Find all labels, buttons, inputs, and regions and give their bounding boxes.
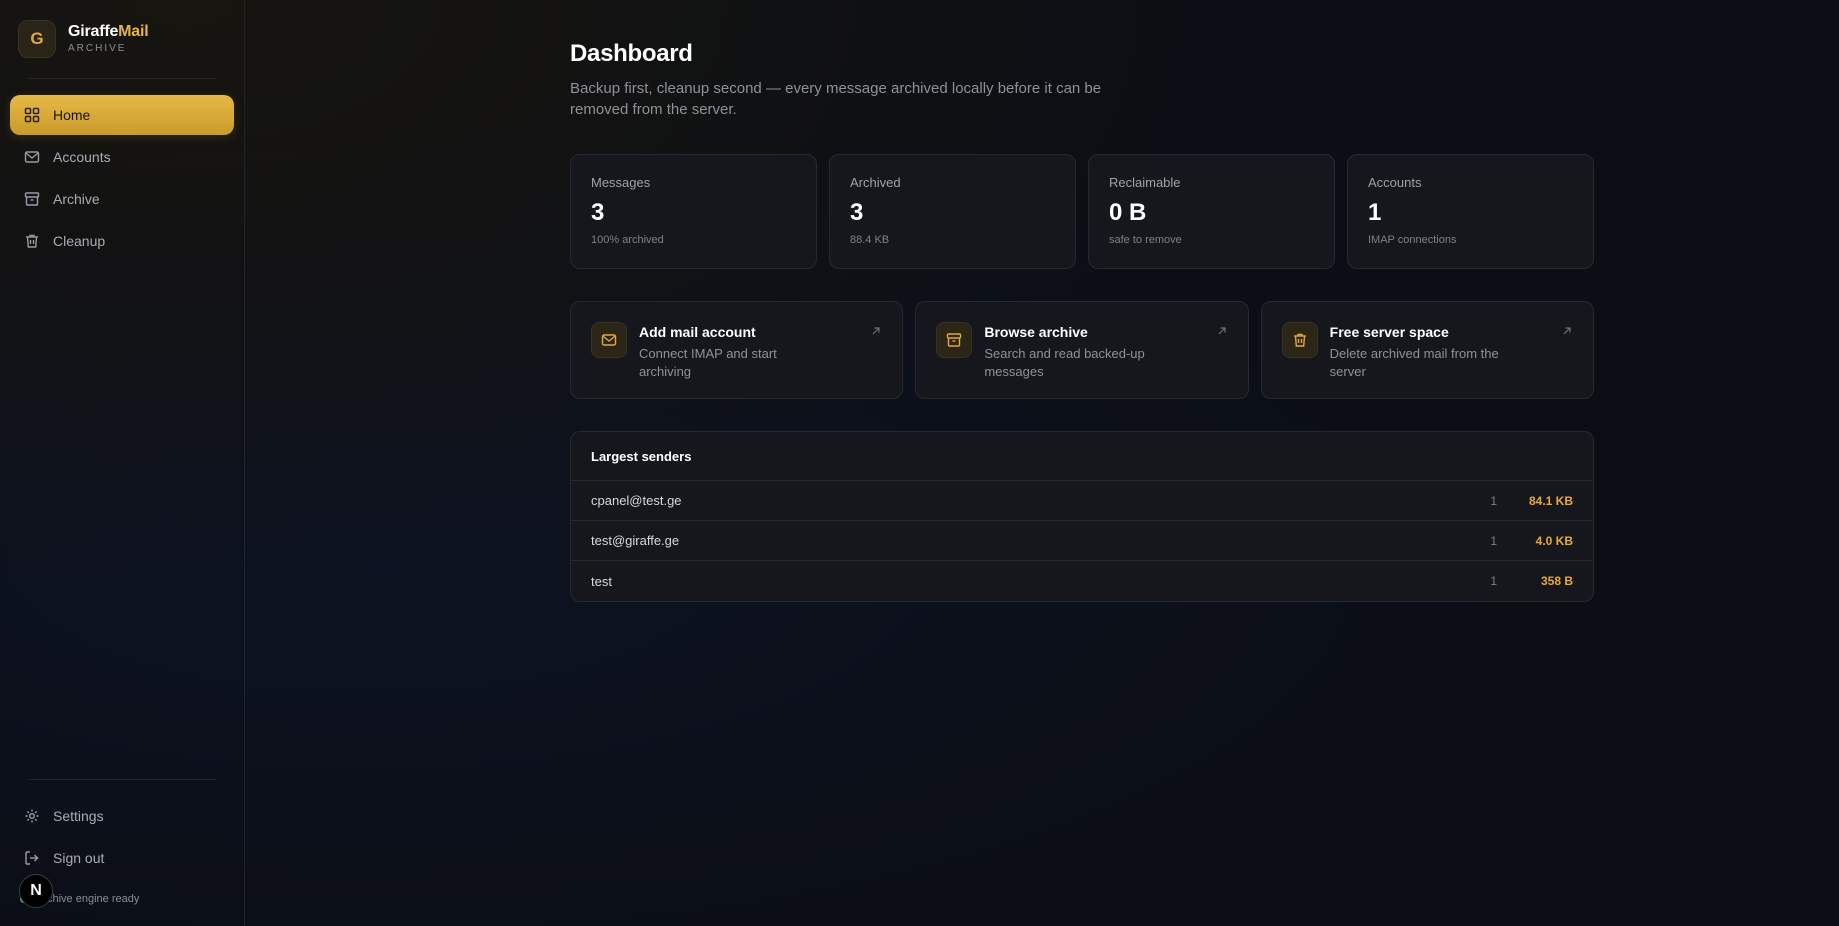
stat-value: 1 — [1368, 199, 1382, 226]
sidebar-item-label: Settings — [53, 808, 104, 824]
stat-sub: safe to remove — [1109, 234, 1182, 246]
action-title: Free server space — [1329, 324, 1449, 340]
brand-text: GiraffeMail ARCHIVE — [68, 24, 149, 54]
stat-card-archived: Archived 3 88.4 KB — [829, 154, 1076, 269]
page-subtitle: Backup first, cleanup second — every mes… — [570, 80, 1102, 118]
brand-name-part1: Giraffe — [68, 23, 119, 40]
sidebar-item-label: Archive — [53, 191, 100, 207]
sender-name: test — [591, 573, 612, 589]
stat-label: Messages — [591, 175, 651, 190]
free-server-space-card[interactable]: Free server space Delete archived mail f… — [1260, 301, 1594, 399]
action-title: Browse archive — [984, 324, 1088, 340]
sender-size: 4.0 KB — [1535, 533, 1573, 548]
n-badge-icon[interactable]: N — [19, 874, 53, 908]
stat-value: 3 — [591, 199, 605, 226]
action-text: Browse archive Search and read backed-up… — [984, 322, 1174, 379]
gear-icon — [24, 808, 40, 824]
sidebar-item-label: Accounts — [53, 149, 111, 165]
sidebar-item-settings[interactable]: Settings — [10, 796, 234, 836]
archive-box-icon — [24, 191, 40, 207]
engine-status: Archive engine ready N — [0, 874, 244, 912]
arrow-up-right-icon — [1561, 324, 1573, 336]
sidebar-item-accounts[interactable]: Accounts — [10, 137, 234, 177]
quick-actions: Add mail account Connect IMAP and start … — [570, 301, 1594, 399]
sidebar: G GiraffeMail ARCHIVE Home Accounts Arch… — [0, 0, 245, 926]
brand[interactable]: G GiraffeMail ARCHIVE — [0, 0, 244, 78]
sender-count: 1 — [1490, 533, 1497, 548]
stat-label: Archived — [850, 175, 901, 190]
sidebar-item-label: Home — [53, 107, 91, 123]
stat-sub: 88.4 KB — [850, 234, 890, 246]
stats-grid: Messages 3 100% archived Archived 3 88.4… — [570, 154, 1594, 269]
mail-icon — [591, 322, 627, 358]
sender-count: 1 — [1490, 574, 1497, 588]
sign-out-icon — [24, 850, 40, 866]
sidebar-item-sign-out[interactable]: Sign out — [10, 838, 234, 878]
table-row[interactable]: cpanel@test.ge 1 84.1 KB — [571, 481, 1593, 521]
largest-senders-panel: Largest senders cpanel@test.ge 1 84.1 KB… — [570, 431, 1594, 602]
table-row[interactable]: test 1 358 B — [571, 561, 1593, 601]
sidebar-divider — [28, 779, 216, 780]
browse-archive-card[interactable]: Browse archive Search and read backed-up… — [915, 301, 1249, 399]
action-text: Free server space Delete archived mail f… — [1329, 322, 1520, 379]
trash-icon — [1281, 322, 1318, 358]
arrow-up-right-icon — [870, 324, 882, 336]
sidebar-item-home[interactable]: Home — [10, 95, 234, 135]
page-title: Dashboard — [570, 40, 693, 67]
sidebar-item-archive[interactable]: Archive — [10, 179, 234, 219]
table-row[interactable]: test@giraffe.ge 1 4.0 KB — [571, 521, 1593, 561]
brand-name: GiraffeMail — [68, 24, 149, 40]
action-title: Add mail account — [639, 324, 756, 340]
sender-count: 1 — [1490, 493, 1497, 508]
mail-icon — [24, 149, 40, 165]
sidebar-bottom: Settings Sign out Archive engine ready N — [0, 779, 244, 926]
archive-box-icon — [936, 322, 973, 358]
sender-name: test@giraffe.ge — [591, 533, 680, 548]
stat-value: 3 — [850, 199, 864, 226]
stat-card-reclaimable: Reclaimable 0 B safe to remove — [1088, 154, 1335, 269]
brand-name-part2: Mail — [118, 23, 149, 40]
sidebar-item-cleanup[interactable]: Cleanup — [10, 221, 234, 261]
arrow-up-right-icon — [1216, 324, 1228, 336]
trash-icon — [24, 233, 40, 249]
sender-name: cpanel@test.ge — [591, 493, 682, 508]
sender-size: 84.1 KB — [1528, 493, 1573, 508]
dashboard: Dashboard Backup first, cleanup second —… — [570, 40, 1594, 602]
stat-card-accounts: Accounts 1 IMAP connections — [1347, 154, 1594, 269]
sidebar-nav: Home Accounts Archive Cleanup — [0, 79, 244, 263]
panel-title: Largest senders — [571, 432, 1593, 481]
stat-sub: 100% archived — [591, 234, 664, 246]
stat-sub: IMAP connections — [1368, 234, 1457, 246]
action-text: Add mail account Connect IMAP and start … — [639, 322, 829, 379]
brand-subtitle: ARCHIVE — [68, 43, 127, 54]
main-content: Dashboard Backup first, cleanup second —… — [245, 0, 1839, 926]
grid-icon — [24, 107, 40, 123]
sidebar-item-label: Cleanup — [53, 233, 106, 249]
action-desc: Search and read backed-up messages — [984, 346, 1145, 379]
action-desc: Connect IMAP and start archiving — [639, 346, 777, 379]
stat-label: Reclaimable — [1109, 175, 1181, 190]
action-desc: Delete archived mail from the server — [1329, 346, 1499, 379]
stat-label: Accounts — [1368, 175, 1422, 190]
stat-card-messages: Messages 3 100% archived — [570, 154, 817, 269]
add-mail-account-card[interactable]: Add mail account Connect IMAP and start … — [570, 301, 904, 399]
sidebar-item-label: Sign out — [53, 850, 105, 866]
brand-logo: G — [18, 20, 56, 58]
app-window: G GiraffeMail ARCHIVE Home Accounts Arch… — [0, 0, 1839, 926]
sender-size: 358 B — [1540, 574, 1573, 588]
stat-value: 0 B — [1109, 199, 1147, 226]
